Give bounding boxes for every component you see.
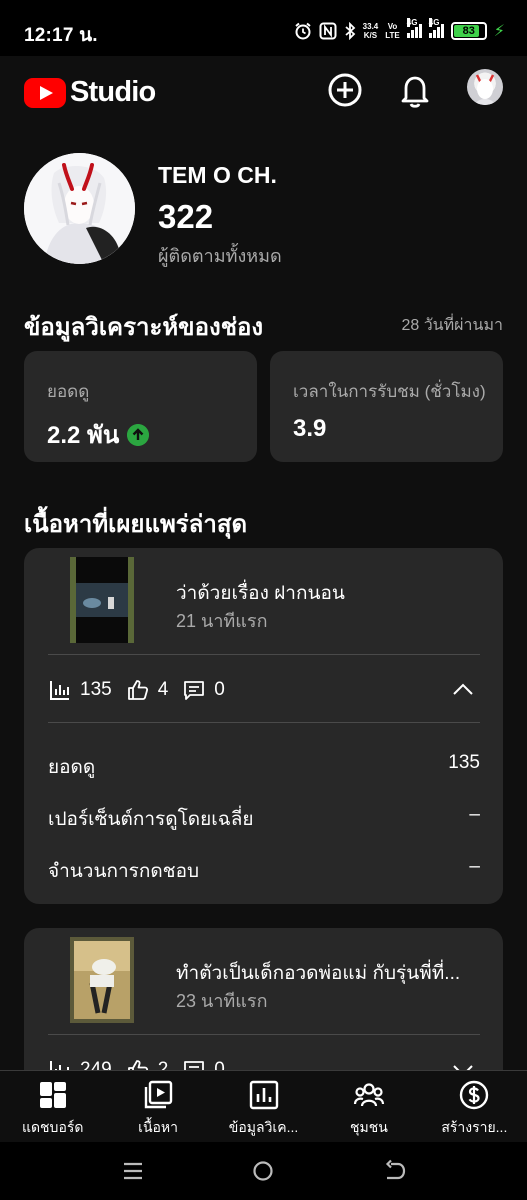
video-thumbnail[interactable] xyxy=(70,557,134,643)
expand-chevron-down-icon[interactable] xyxy=(451,1058,475,1070)
views-stat-label: ยอดดู xyxy=(47,382,90,401)
video-title[interactable]: ทำตัวเป็นเด็กอวดพ่อแม่ กับรุ่นพี่ที่... xyxy=(176,958,486,988)
divider xyxy=(48,654,480,655)
analytics-section-title: ข้อมูลวิเคราะห์ของช่อง xyxy=(24,314,264,341)
trend-up-icon xyxy=(127,423,150,446)
video-published-time: 21 นาทีแรก xyxy=(176,611,268,631)
channel-name: TEM O CH. xyxy=(158,162,277,188)
nav-content[interactable]: เนื้อหา xyxy=(105,1071,210,1142)
bottom-navigation: แดชบอร์ด เนื้อหา ข้อมูลวิเค... ชุมชน สร้… xyxy=(0,1070,527,1142)
views-stat-value: 2.2 พัน xyxy=(47,415,150,454)
thumbs-up-icon xyxy=(127,1060,148,1070)
notifications-bell-icon[interactable] xyxy=(395,70,435,110)
back-icon[interactable] xyxy=(383,1159,407,1183)
comments-metric: 0 xyxy=(182,678,225,702)
app-bar: Studio xyxy=(0,56,527,132)
channel-avatar-image xyxy=(24,153,135,264)
nav-dashboard[interactable]: แดชบอร์ด xyxy=(0,1071,105,1142)
signal-icon-2: 4G xyxy=(428,18,444,38)
divider xyxy=(48,722,480,723)
recent-apps-icon[interactable] xyxy=(121,1159,145,1183)
logo-text: Studio xyxy=(70,76,156,108)
youtube-studio-logo[interactable]: Studio xyxy=(24,76,156,109)
bluetooth-icon xyxy=(345,22,355,40)
content-icon xyxy=(144,1080,173,1109)
bar-chart-icon xyxy=(50,681,69,700)
alarm-icon xyxy=(295,22,311,40)
channel-avatar[interactable] xyxy=(24,153,135,264)
video-published-time: 23 นาทีแรก xyxy=(176,991,268,1011)
home-icon[interactable] xyxy=(251,1159,275,1183)
watch-time-stat-card[interactable]: เวลาในการรับชม (ชั่วโมง) 3.9 xyxy=(270,351,503,462)
video-metrics: 135 4 0 xyxy=(48,678,239,702)
account-avatar[interactable] xyxy=(467,69,503,105)
divider xyxy=(48,1034,480,1035)
collapse-chevron-up-icon[interactable] xyxy=(451,678,475,702)
analytics-icon xyxy=(249,1080,278,1110)
earn-icon xyxy=(460,1080,489,1110)
video-card[interactable]: ทำตัวเป็นเด็กอวดพ่อแม่ กับรุ่นพี่ที่... … xyxy=(24,928,503,1070)
nav-earn[interactable]: สร้างราย... xyxy=(422,1071,527,1142)
views-metric: 135 xyxy=(48,678,112,702)
video-card[interactable]: ว่าด้วยเรื่อง ฝากนอน 21 นาทีแรก 135 4 0 … xyxy=(24,548,503,904)
subscriber-count: 322 xyxy=(158,198,214,235)
youtube-logo-icon xyxy=(24,77,66,108)
video-thumbnail-image xyxy=(70,937,134,1023)
video-thumbnail[interactable] xyxy=(70,937,134,1023)
video-thumbnail-image xyxy=(70,557,134,643)
system-navigation-bar xyxy=(0,1142,527,1200)
account-avatar-image xyxy=(475,74,495,105)
comments-metric: 0 xyxy=(182,1058,225,1070)
likes-metric: 4 xyxy=(126,678,168,702)
community-icon xyxy=(353,1083,385,1107)
signal-icon-1: 4G xyxy=(406,18,422,38)
status-bar: 12:17 น. 33.4 K/S Vo LTE 4G 4G 83 ⚡ xyxy=(0,0,527,56)
status-icons: 33.4 K/S Vo LTE 4G 4G 83 ⚡ xyxy=(294,18,505,44)
views-metric: 249 xyxy=(48,1058,112,1070)
watch-time-stat-value: 3.9 xyxy=(293,415,327,442)
dashboard-icon xyxy=(39,1082,66,1108)
volte-indicator: Vo LTE xyxy=(385,22,400,40)
comment-icon xyxy=(184,681,205,700)
thumbs-up-icon xyxy=(127,680,148,700)
charging-icon: ⚡ xyxy=(493,23,505,40)
status-time: 12:17 น. xyxy=(24,25,98,46)
network-speed: 33.4 K/S xyxy=(362,22,379,40)
detail-row-likes: จำนวนการกดชอบ – xyxy=(48,856,480,882)
detail-row-views: ยอดดู 135 xyxy=(48,752,480,778)
detail-row-avg-percent: เปอร์เซ็นต์การดูโดยเฉลี่ย – xyxy=(48,804,480,830)
nfc-icon xyxy=(319,22,337,40)
battery-icon: 83 xyxy=(450,22,487,40)
likes-metric: 2 xyxy=(126,1058,168,1070)
subscriber-label: ผู้ติดตามทั้งหมด xyxy=(158,246,282,266)
comment-icon xyxy=(184,1061,205,1070)
create-icon[interactable] xyxy=(325,70,365,110)
analytics-period: 28 วันที่ผ่านมา xyxy=(401,317,503,334)
nav-community[interactable]: ชุมชน xyxy=(316,1071,421,1142)
video-metrics: 249 2 0 xyxy=(48,1058,239,1070)
dashboard-content[interactable]: TEM O CH. 322 ผู้ติดตามทั้งหมด ข้อมูลวิเ… xyxy=(0,132,527,1070)
watch-time-stat-label: เวลาในการรับชม (ชั่วโมง) xyxy=(293,382,486,401)
bar-chart-icon xyxy=(50,1061,69,1070)
views-stat-card[interactable]: ยอดดู 2.2 พัน xyxy=(24,351,257,462)
latest-content-title: เนื้อหาที่เผยแพร่ล่าสุด xyxy=(24,511,248,538)
nav-analytics[interactable]: ข้อมูลวิเค... xyxy=(211,1071,316,1142)
video-title[interactable]: ว่าด้วยเรื่อง ฝากนอน xyxy=(176,578,486,608)
